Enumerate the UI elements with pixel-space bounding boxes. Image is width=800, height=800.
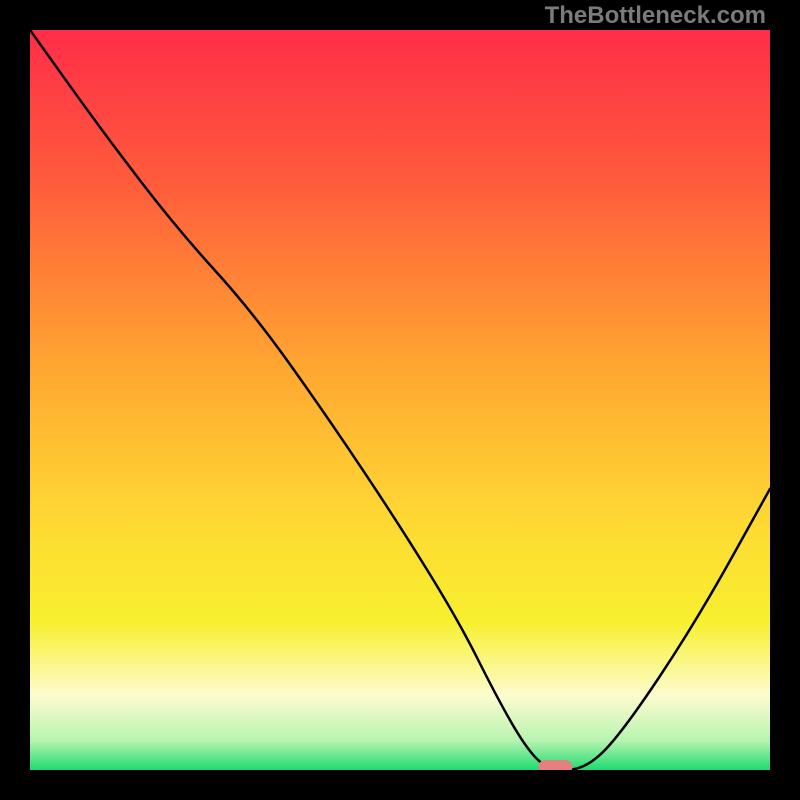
gradient-background [30, 30, 770, 770]
bottleneck-chart [30, 30, 770, 770]
optimal-marker [538, 760, 572, 770]
watermark-label: TheBottleneck.com [545, 2, 766, 30]
